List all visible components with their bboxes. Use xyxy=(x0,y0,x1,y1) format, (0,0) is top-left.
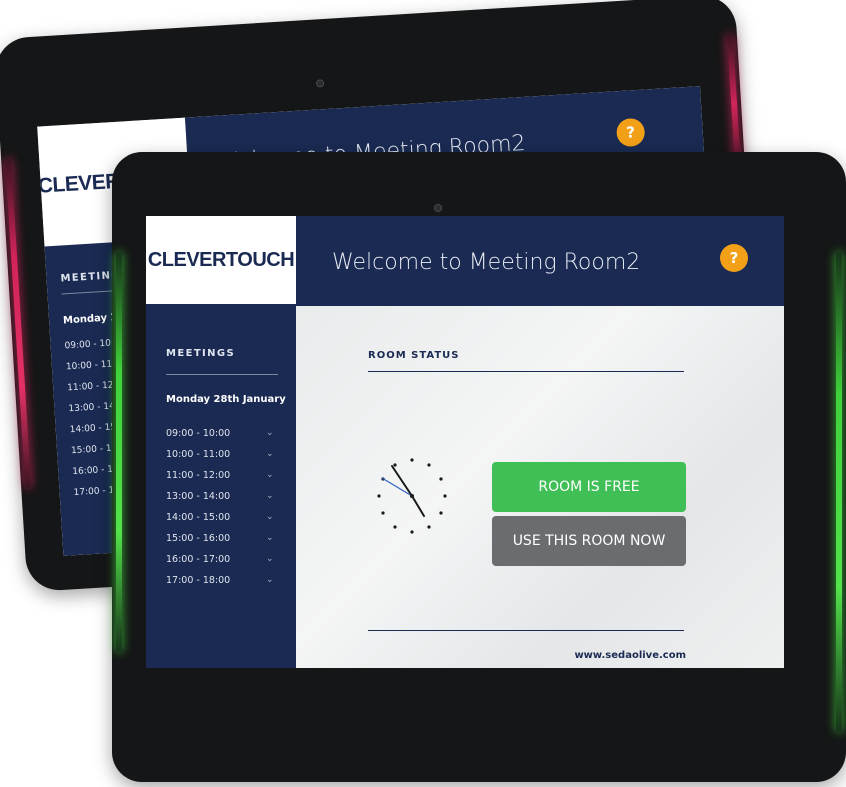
chevron-down-icon[interactable]: ⌄ xyxy=(266,470,274,480)
chevron-down-icon[interactable]: ⌄ xyxy=(266,533,274,543)
room-status-panel: ROOM STATUS ROOM IS FREE USE THIS ROOM N… xyxy=(296,306,784,668)
meeting-slot[interactable]: 11:00 - 12:00 xyxy=(166,470,230,481)
led-left-green xyxy=(116,252,122,652)
camera-icon xyxy=(315,79,325,88)
meeting-slot[interactable]: 16:00 - 17:00 xyxy=(166,554,230,565)
meeting-slot[interactable]: 10:00 - 11:00 xyxy=(166,449,230,460)
brand-logo: CLEVERTOUCH xyxy=(147,248,295,271)
clock-icon xyxy=(377,458,447,534)
room-status-button[interactable]: ROOM IS FREE xyxy=(492,462,686,512)
logo-box: CLEVERTOUCH xyxy=(146,216,296,304)
use-room-button[interactable]: USE THIS ROOM NOW xyxy=(492,516,686,566)
front-tablet: CLEVERTOUCH Welcome to Meeting Room2 ? M… xyxy=(112,152,846,782)
help-icon[interactable]: ? xyxy=(720,244,748,272)
meeting-slot[interactable]: 15:00 - 16:00 xyxy=(166,533,230,544)
footer-url[interactable]: www.sedaolive.com xyxy=(574,650,686,661)
meeting-slot[interactable]: 14:00 - 15:00 xyxy=(166,512,230,523)
led-left-red xyxy=(5,158,32,489)
chevron-down-icon[interactable]: ⌄ xyxy=(266,449,274,459)
meeting-slot[interactable]: 09:00 - 10:00 xyxy=(166,428,230,439)
led-right-green xyxy=(836,252,842,732)
sidebar-divider xyxy=(166,374,278,375)
welcome-title: Welcome to Meeting Room2 xyxy=(332,250,641,275)
chevron-down-icon[interactable]: ⌄ xyxy=(266,512,274,522)
chevron-down-icon[interactable]: ⌄ xyxy=(266,554,274,564)
front-screen: CLEVERTOUCH Welcome to Meeting Room2 ? M… xyxy=(146,216,784,668)
meetings-sidebar: MEETINGS Monday 28th January 09:00 - 10:… xyxy=(146,304,296,668)
meetings-title: MEETINGS xyxy=(166,348,236,359)
chevron-down-icon[interactable]: ⌄ xyxy=(266,428,274,438)
help-icon[interactable]: ? xyxy=(615,117,646,148)
camera-icon xyxy=(434,204,442,212)
footer-divider xyxy=(368,630,684,631)
status-divider xyxy=(368,371,684,372)
header-bar: Welcome to Meeting Room2 ? xyxy=(296,216,784,306)
meeting-slot[interactable]: 13:00 - 14:00 xyxy=(166,491,230,502)
room-status-title: ROOM STATUS xyxy=(368,350,460,361)
meeting-day: Monday 28th January xyxy=(166,394,286,405)
chevron-down-icon[interactable]: ⌄ xyxy=(266,575,274,585)
chevron-down-icon[interactable]: ⌄ xyxy=(266,491,274,501)
meeting-slot[interactable]: 17:00 - 18:00 xyxy=(166,575,230,586)
